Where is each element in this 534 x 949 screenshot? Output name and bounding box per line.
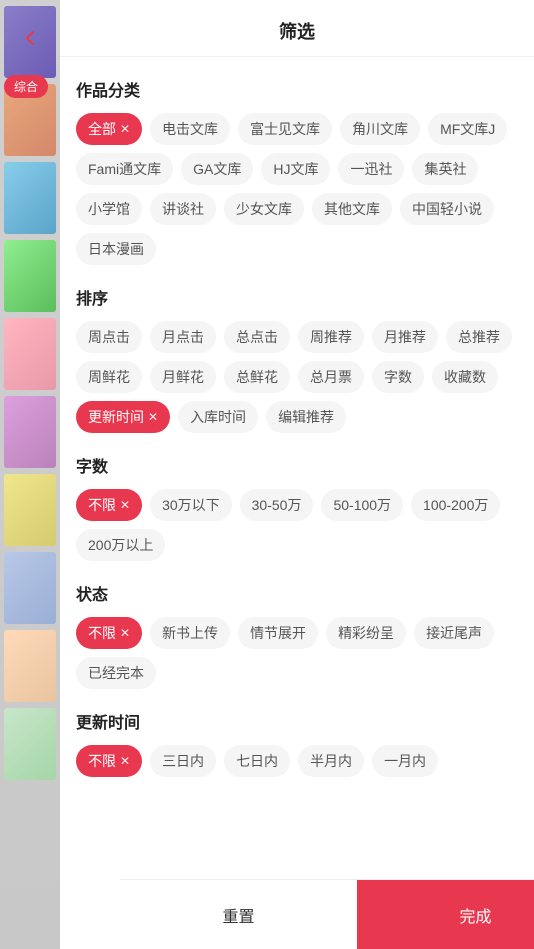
update-time-section: 更新时间 不限 ✕ 三日内 七日内 半月内 一月内 <box>76 709 518 777</box>
综合-tab[interactable]: 综合 <box>4 75 48 98</box>
close-icon: ✕ <box>148 410 158 424</box>
filter-content: 作品分类 全部 ✕ 电击文库 富士见文库 角川文库 MF文库J Fami通文库 … <box>60 57 534 949</box>
tag-wc-50to100[interactable]: 50-100万 <box>321 489 403 521</box>
tag-near-end[interactable]: 接近尾声 <box>414 617 494 649</box>
tag-fami[interactable]: Fami通文库 <box>76 153 173 185</box>
bg-book-4 <box>4 240 56 312</box>
tag-weekly-fresh[interactable]: 周鲜花 <box>76 361 142 393</box>
sort-section: 排序 周点击 月点击 总点击 周推荐 月推荐 总推荐 周鲜花 月鲜花 总鲜花 总… <box>76 285 518 433</box>
close-icon: ✕ <box>120 626 130 640</box>
close-icon: ✕ <box>120 498 130 512</box>
tag-completed[interactable]: 已经完本 <box>76 657 156 689</box>
tag-total-click[interactable]: 总点击 <box>224 321 290 353</box>
tag-jiangtan[interactable]: 讲谈社 <box>150 193 216 225</box>
tag-wc-under30[interactable]: 30万以下 <box>150 489 232 521</box>
tag-zhongguo[interactable]: 中国轻小说 <box>400 193 494 225</box>
tag-all[interactable]: 全部 ✕ <box>76 113 142 145</box>
tag-dianji[interactable]: 电击文库 <box>150 113 230 145</box>
tag-halfmonth[interactable]: 半月内 <box>298 745 364 777</box>
bg-book-10 <box>4 708 56 780</box>
reset-button[interactable]: 重置 <box>120 880 357 949</box>
status-tags: 不限 ✕ 新书上传 情节展开 精彩纷呈 接近尾声 已经完本 <box>76 617 518 689</box>
status-title: 状态 <box>76 581 518 605</box>
update-time-tags: 不限 ✕ 三日内 七日内 半月内 一月内 <box>76 745 518 777</box>
tag-wonderful[interactable]: 精彩纷呈 <box>326 617 406 649</box>
sort-title: 排序 <box>76 285 518 309</box>
panel-header: 筛选 <box>60 0 534 57</box>
bg-book-6 <box>4 396 56 468</box>
tag-weekly-click[interactable]: 周点击 <box>76 321 142 353</box>
tag-yizhun[interactable]: 一迅社 <box>338 153 404 185</box>
tag-hj[interactable]: HJ文库 <box>261 153 330 185</box>
tag-monthly-fresh[interactable]: 月鲜花 <box>150 361 216 393</box>
tag-new-upload[interactable]: 新书上传 <box>150 617 230 649</box>
back-button[interactable] <box>12 20 48 56</box>
tag-wc-unlimited[interactable]: 不限 ✕ <box>76 489 142 521</box>
tag-editor-rec[interactable]: 编辑推荐 <box>266 401 346 433</box>
bg-book-3 <box>4 162 56 234</box>
tag-entry-time[interactable]: 入库时间 <box>178 401 258 433</box>
tag-fujimi[interactable]: 富士见文库 <box>238 113 332 145</box>
bg-book-8 <box>4 552 56 624</box>
category-section: 作品分类 全部 ✕ 电击文库 富士见文库 角川文库 MF文库J Fami通文库 … <box>76 77 518 265</box>
tag-total-fresh[interactable]: 总鲜花 <box>224 361 290 393</box>
left-sidebar <box>0 0 60 949</box>
tag-3days[interactable]: 三日内 <box>150 745 216 777</box>
tag-total-monthly-ticket[interactable]: 总月票 <box>298 361 364 393</box>
tag-manhua[interactable]: 日本漫画 <box>76 233 156 265</box>
tag-qita[interactable]: 其他文库 <box>312 193 392 225</box>
tag-monthly-rec[interactable]: 月推荐 <box>372 321 438 353</box>
tag-status-unlimited[interactable]: 不限 ✕ <box>76 617 142 649</box>
status-section: 状态 不限 ✕ 新书上传 情节展开 精彩纷呈 接近尾声 已经完本 <box>76 581 518 689</box>
wordcount-title: 字数 <box>76 453 518 477</box>
tag-wc-100to200[interactable]: 100-200万 <box>411 489 500 521</box>
tag-mfj[interactable]: MF文库J <box>428 113 507 145</box>
update-time-title: 更新时间 <box>76 709 518 733</box>
panel-title: 筛选 <box>279 22 315 42</box>
category-title: 作品分类 <box>76 77 518 101</box>
bg-book-9 <box>4 630 56 702</box>
tag-wc-30to50[interactable]: 30-50万 <box>240 489 314 521</box>
tag-monthly-click[interactable]: 月点击 <box>150 321 216 353</box>
tag-1month[interactable]: 一月内 <box>372 745 438 777</box>
tag-7days[interactable]: 七日内 <box>224 745 290 777</box>
tag-kadokawa[interactable]: 角川文库 <box>340 113 420 145</box>
tag-xiaoxue[interactable]: 小学馆 <box>76 193 142 225</box>
footer: 重置 完成 <box>120 879 534 949</box>
filter-panel: 筛选 作品分类 全部 ✕ 电击文库 富士见文库 角川文库 MF文库J Fami通… <box>60 0 534 949</box>
tag-collections[interactable]: 收藏数 <box>432 361 498 393</box>
tag-shaonv[interactable]: 少女文库 <box>224 193 304 225</box>
sort-tags: 周点击 月点击 总点击 周推荐 月推荐 总推荐 周鲜花 月鲜花 总鲜花 总月票 … <box>76 321 518 433</box>
confirm-button[interactable]: 完成 <box>357 880 534 949</box>
close-icon: ✕ <box>120 754 130 768</box>
wordcount-tags: 不限 ✕ 30万以下 30-50万 50-100万 100-200万 200万以… <box>76 489 518 561</box>
close-icon: ✕ <box>120 122 130 136</box>
tag-word-count[interactable]: 字数 <box>372 361 424 393</box>
tag-wc-over200[interactable]: 200万以上 <box>76 529 165 561</box>
wordcount-section: 字数 不限 ✕ 30万以下 30-50万 50-100万 100-200万 20… <box>76 453 518 561</box>
tag-jishe[interactable]: 集英社 <box>412 153 478 185</box>
tag-ga[interactable]: GA文库 <box>181 153 253 185</box>
tag-total-rec[interactable]: 总推荐 <box>446 321 512 353</box>
tag-weekly-rec[interactable]: 周推荐 <box>298 321 364 353</box>
bg-book-7 <box>4 474 56 546</box>
tag-update-time[interactable]: 更新时间 ✕ <box>76 401 170 433</box>
bg-book-5 <box>4 318 56 390</box>
tag-plot-expand[interactable]: 情节展开 <box>238 617 318 649</box>
tag-ut-unlimited[interactable]: 不限 ✕ <box>76 745 142 777</box>
category-tags: 全部 ✕ 电击文库 富士见文库 角川文库 MF文库J Fami通文库 GA文库 … <box>76 113 518 265</box>
